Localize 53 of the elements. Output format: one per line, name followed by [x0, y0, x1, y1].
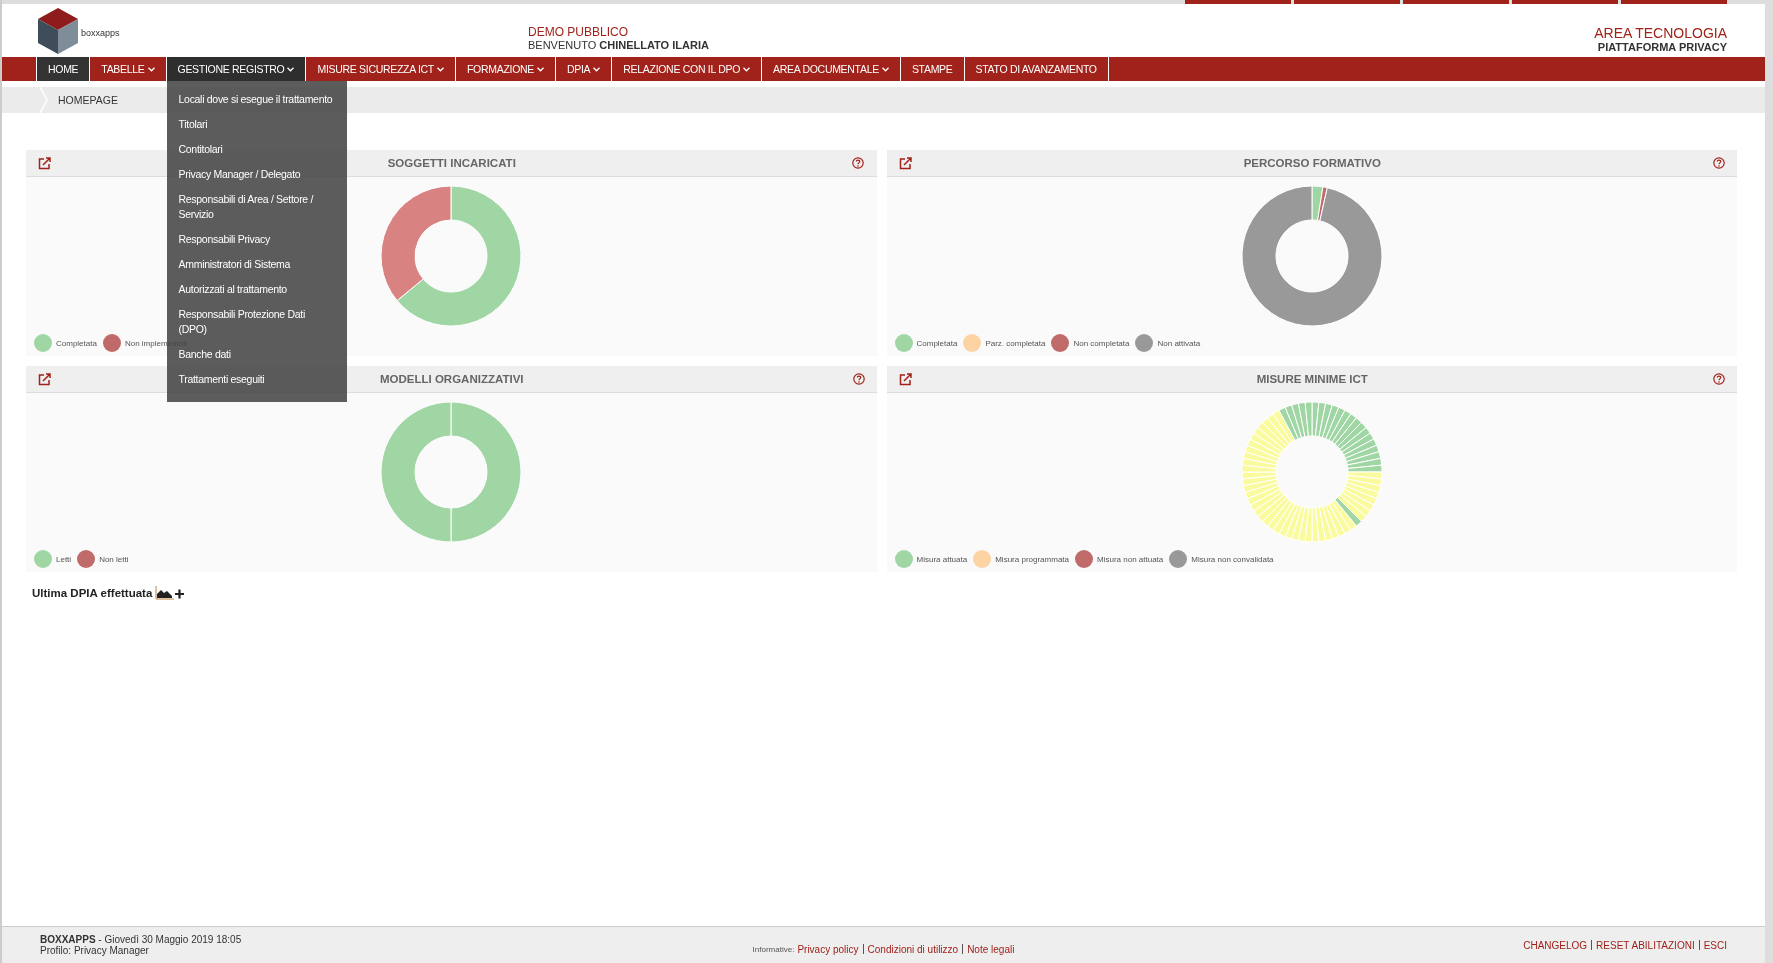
- informative-label: Informative:: [752, 944, 795, 954]
- menu-item[interactable]: Responsabili di Area / Settore / Servizio: [166, 187, 347, 227]
- help-icon[interactable]: [852, 373, 865, 385]
- menu-item[interactable]: Trattamenti eseguiti: [166, 367, 347, 392]
- nav-tab[interactable]: GESTIONE REGISTRO: [165, 57, 307, 81]
- demo-title: DEMO PUBBLICO: [528, 24, 630, 39]
- legend-label: Non attivata: [1157, 338, 1201, 348]
- legend-label: Misura non attuata: [1097, 554, 1164, 564]
- footer-link[interactable]: ESCI: [1703, 939, 1727, 951]
- breadcrumb-link[interactable]: HOMEPAGE: [58, 94, 118, 106]
- platform-title: PIATTAFORMA PRIVACY: [1596, 40, 1727, 53]
- external-link-icon[interactable]: [38, 372, 51, 386]
- menu-item[interactable]: Responsabili Protezione Dati (DPO): [166, 302, 347, 342]
- footer-brand-text: BOXXAPPS - Giovedì 30 Maggio 2019 18:05: [40, 934, 243, 945]
- welcome-text: BENVENUTO CHINELLATO ILARIA: [528, 38, 710, 51]
- legend-label: Non completata: [1073, 338, 1130, 348]
- legend-label: Letti: [56, 554, 72, 564]
- cube-logo-icon: [38, 7, 78, 54]
- legend-label: Completata: [56, 338, 97, 348]
- menu-item[interactable]: Contitolari: [166, 137, 347, 162]
- external-link-icon[interactable]: [898, 372, 912, 386]
- area-chart-add-icon[interactable]: [155, 586, 186, 600]
- legend-label: Misura programmata: [995, 554, 1069, 564]
- panel-title: MISURE MINIME ICT: [1256, 373, 1368, 385]
- menu-item[interactable]: Privacy Manager / Delegato: [166, 162, 347, 187]
- panel-title: MODELLI ORGANIZZATIVI: [380, 373, 524, 385]
- panel-title: PERCORSO FORMATIVO: [1243, 157, 1381, 169]
- nav-tab[interactable]: HOME: [36, 57, 91, 81]
- help-icon[interactable]: [1713, 373, 1725, 385]
- help-icon[interactable]: [852, 157, 865, 169]
- external-link-icon[interactable]: [38, 156, 51, 170]
- external-link-icon[interactable]: [898, 156, 912, 170]
- footer-link[interactable]: Condizioni di utilizzo: [867, 943, 959, 955]
- menu-item[interactable]: Responsabili Privacy: [166, 227, 347, 252]
- footer-link[interactable]: Privacy policy: [797, 943, 859, 955]
- help-icon[interactable]: [1713, 157, 1725, 169]
- legend-label: Parz. completata: [985, 338, 1046, 348]
- menu-item[interactable]: Locali dove si esegue il trattamento: [166, 87, 347, 112]
- footer-link[interactable]: RESET ABILITAZIONI: [1596, 939, 1695, 951]
- logo-text: boxxapps: [81, 27, 120, 38]
- area-title: AREA TECNOLOGIA: [1594, 24, 1727, 41]
- legend-label: Non letti: [99, 554, 129, 564]
- menu-item[interactable]: Titolari: [166, 112, 347, 137]
- legend-label: Completata: [916, 338, 958, 348]
- profile-text: Profilo: Privacy Manager: [40, 945, 150, 956]
- menu-item[interactable]: Autorizzati al trattamento: [166, 277, 347, 302]
- legend-label: Misura non convalidata: [1191, 554, 1274, 564]
- footer-link[interactable]: CHANGELOG: [1523, 939, 1588, 951]
- menu-item[interactable]: Amministratori di Sistema: [166, 252, 347, 277]
- panel-title: SOGGETTI INCARICATI: [387, 157, 516, 169]
- footer-link[interactable]: Note legali: [967, 943, 1015, 955]
- last-dpia-label: Ultima DPIA effettuata: [32, 587, 153, 599]
- legend-label: Misura attuata: [916, 554, 968, 564]
